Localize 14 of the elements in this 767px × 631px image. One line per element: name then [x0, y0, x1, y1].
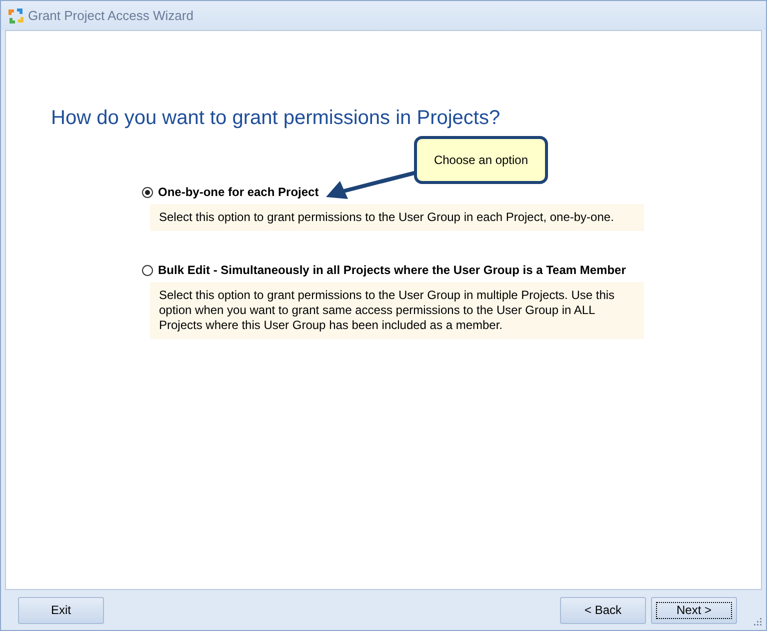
wizard-button[interactable]: < Back	[560, 596, 646, 624]
page-heading: How do you want to grant permissions in Projects?	[51, 107, 502, 130]
app-logo-icon	[8, 8, 24, 24]
resize-grip-icon[interactable]	[752, 616, 762, 626]
radio-icon[interactable]	[142, 264, 153, 276]
radio-option[interactable]: Bulk Edit - Simultaneously in all Projects where the User Group is a Team Member	[142, 263, 644, 277]
option-description: Select this option to grant permissions to the User Group in multiple Projects. Use this option when you want to grant same access permissions to the User Group in ALL Projects where this User Group has been included as a member.	[150, 282, 644, 339]
wizard-button[interactable]: Next >	[651, 596, 737, 624]
callout-tooltip: Choose an option	[414, 136, 548, 184]
radio-icon[interactable]	[142, 186, 153, 198]
radio-option[interactable]: One-by-one for each Project	[142, 185, 644, 199]
wizard-button[interactable]: Exit	[18, 596, 104, 624]
window-title: Grant Project Access Wizard	[28, 8, 194, 23]
option-description: Select this option to grant permissions to the User Group in each Project, one-by-one.	[150, 204, 644, 231]
